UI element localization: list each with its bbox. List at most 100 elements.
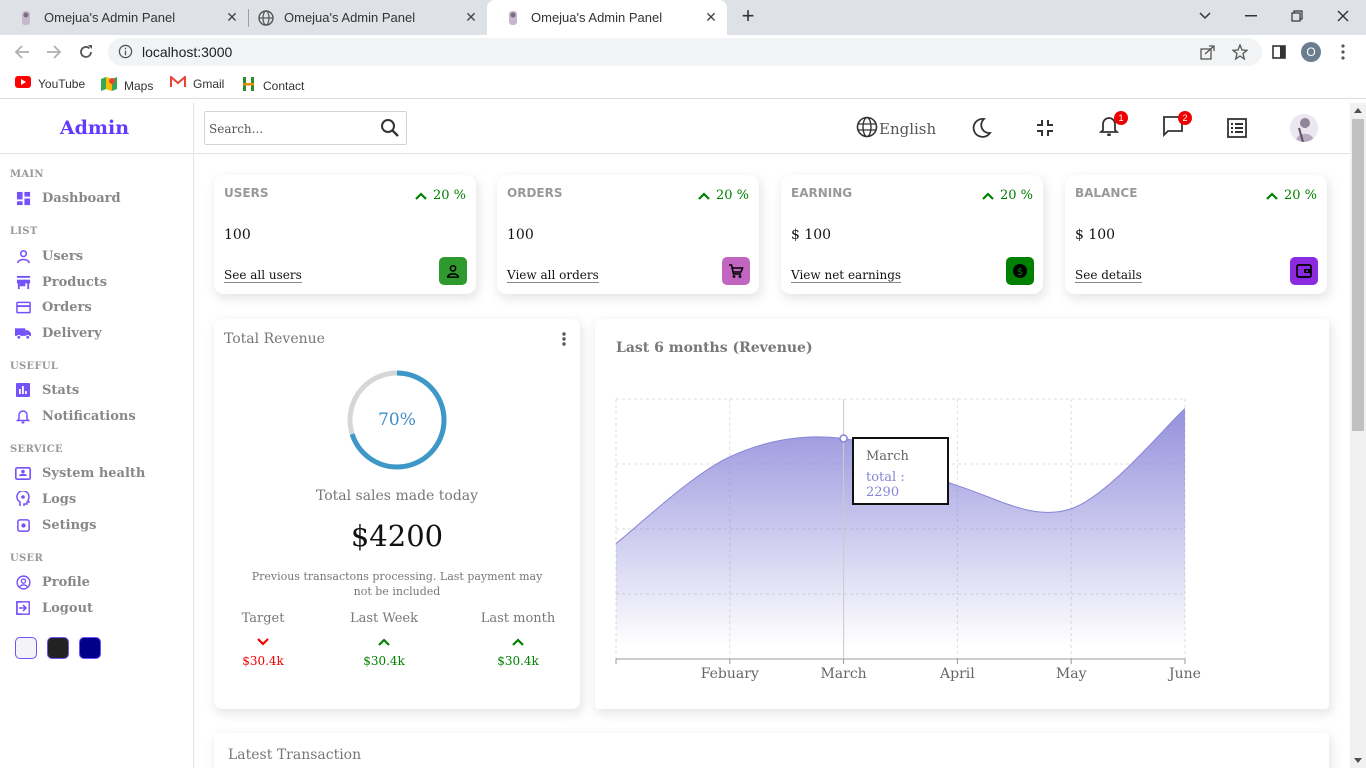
featured-description: Previous transactons processing. Last pa… [251, 570, 543, 598]
sidebar-item-users[interactable]: Users [15, 248, 83, 264]
tooltip-label: March [866, 449, 909, 464]
new-tab-button[interactable]: + [736, 5, 760, 29]
more-vert-icon[interactable] [562, 331, 566, 350]
theme-swatch-dark[interactable] [47, 637, 69, 659]
section-title-main: MAIN [10, 169, 44, 180]
tab-favicon-icon [18, 10, 34, 26]
tab-close-icon[interactable]: ✕ [222, 9, 242, 26]
featured-amount: $4200 [350, 519, 444, 553]
widget-title: BALANCE [1075, 186, 1138, 200]
side-panel-icon[interactable] [1267, 40, 1291, 64]
arrow-down-icon [208, 638, 318, 652]
fullscreen-exit-icon[interactable] [1033, 116, 1057, 140]
data-point[interactable] [1182, 406, 1188, 412]
bookmark-gmail[interactable]: Gmail [170, 74, 224, 91]
user-avatar[interactable] [1290, 114, 1318, 142]
summary-label: Last month [480, 611, 556, 626]
notifications-button[interactable]: 1 [1097, 111, 1128, 140]
widget-link[interactable]: View all orders [507, 268, 599, 283]
sidebar-item-products[interactable]: Products [15, 274, 107, 290]
sidebar-item-delivery[interactable]: Delivery [15, 325, 102, 341]
reload-icon[interactable] [74, 40, 98, 64]
language-selector[interactable]: English [856, 116, 936, 142]
bookmark-youtube[interactable]: YouTube [15, 76, 85, 91]
messages-button[interactable]: 2 [1161, 111, 1192, 140]
summary-label: Last Week [350, 611, 418, 626]
x-tick-label: April [939, 666, 975, 682]
theme-swatch-blue[interactable] [79, 637, 101, 659]
search-icon[interactable] [380, 118, 400, 142]
widget-percentage: 20 % [698, 188, 749, 203]
widget-link[interactable]: See all users [224, 268, 302, 283]
site-info-icon[interactable] [118, 44, 133, 62]
widget-link[interactable]: See details [1075, 268, 1142, 283]
bookmark-label: YouTube [38, 76, 86, 91]
browser-tab-1[interactable]: Omejua's Admin Panel ✕ [0, 0, 248, 35]
share-icon[interactable] [1196, 40, 1220, 64]
browser-tab-3-active[interactable]: Omejua's Admin Panel ✕ [487, 0, 727, 35]
sidebar-item-logout[interactable]: Logout [15, 600, 93, 616]
sidebar-item-label: Profile [42, 574, 90, 590]
sidebar-item-profile[interactable]: Profile [15, 574, 90, 590]
tab-close-icon[interactable]: ✕ [701, 9, 721, 26]
active-data-point [839, 434, 848, 443]
widget-link[interactable]: View net earnings [791, 268, 902, 283]
arrow-up-icon [463, 638, 573, 652]
revenue-area-chart[interactable]: Febuary March April May June [595, 319, 1329, 709]
browser-menu-icon[interactable] [1331, 40, 1355, 64]
theme-swatch-light[interactable] [15, 637, 37, 659]
page-scrollbar[interactable] [1350, 103, 1366, 768]
restore-icon[interactable] [1274, 0, 1320, 32]
browser-tab-2[interactable]: Omejua's Admin Panel ✕ [240, 0, 487, 35]
search-box[interactable]: Search... [204, 111, 407, 145]
sidebar-item-notifications[interactable]: Notifications [15, 408, 136, 424]
data-point[interactable] [727, 454, 733, 460]
widget-title: EARNING [791, 186, 853, 200]
data-point[interactable] [954, 483, 960, 489]
scroll-down-arrow-icon[interactable] [1354, 758, 1362, 763]
tooltip-value: total : 2290 [866, 470, 905, 500]
truck-icon [15, 325, 31, 341]
arrow-up-icon [329, 638, 439, 652]
dark-mode-icon[interactable] [969, 116, 993, 140]
featured-subtitle: Total sales made today [315, 488, 479, 504]
logo[interactable]: Admin [60, 117, 129, 139]
sidebar-item-stats[interactable]: Stats [15, 382, 79, 398]
profile-button[interactable]: O [1299, 40, 1323, 64]
sidebar-item-orders[interactable]: Orders [15, 299, 92, 315]
top-navbar: Search... English 1 2 [194, 103, 1350, 154]
bell-icon [15, 408, 31, 424]
search-input[interactable]: Search... [209, 122, 263, 136]
bookmark-maps[interactable]: Maps [101, 76, 153, 95]
sidebar-item-label: Stats [42, 382, 80, 398]
close-window-icon[interactable] [1320, 0, 1366, 32]
data-point[interactable] [1068, 506, 1074, 512]
widget-percent-text: 20 % [432, 188, 466, 203]
sidebar-item-system-health[interactable]: System health [15, 465, 145, 481]
gmail-icon [170, 74, 186, 91]
list-icon[interactable] [1225, 116, 1249, 140]
dollar-icon: $ [1006, 257, 1034, 285]
youtube-icon [15, 76, 31, 91]
widget-value: $ 100 [1075, 227, 1116, 243]
latest-title: Latest Transaction [228, 747, 362, 763]
sidebar-item-label: Dashboard [42, 190, 121, 206]
admin-app: Admin MAIN Dashboard LIST Users Products… [0, 103, 1350, 768]
scrollbar-thumb[interactable] [1352, 119, 1364, 431]
sidebar-item-logs[interactable]: Logs [15, 491, 76, 507]
sidebar-item-dashboard[interactable]: Dashboard [15, 190, 121, 206]
tab-close-icon[interactable]: ✕ [461, 9, 481, 26]
widget-percentage: 20 % [415, 188, 466, 203]
data-point[interactable] [613, 540, 619, 546]
tab-search-icon[interactable] [1182, 0, 1228, 32]
language-label: English [879, 120, 937, 138]
minimize-icon[interactable] [1228, 0, 1274, 32]
address-bar[interactable]: localhost:3000 [108, 38, 1262, 66]
forward-arrow-icon[interactable] [42, 40, 66, 64]
bookmark-star-icon[interactable] [1228, 40, 1252, 64]
scroll-up-arrow-icon[interactable] [1354, 108, 1362, 113]
back-arrow-icon[interactable] [10, 40, 34, 64]
sidebar-item-settings[interactable]: Setings [15, 517, 96, 533]
bookmark-contact[interactable]: Contact [242, 76, 304, 95]
credit-card-icon [15, 299, 31, 315]
